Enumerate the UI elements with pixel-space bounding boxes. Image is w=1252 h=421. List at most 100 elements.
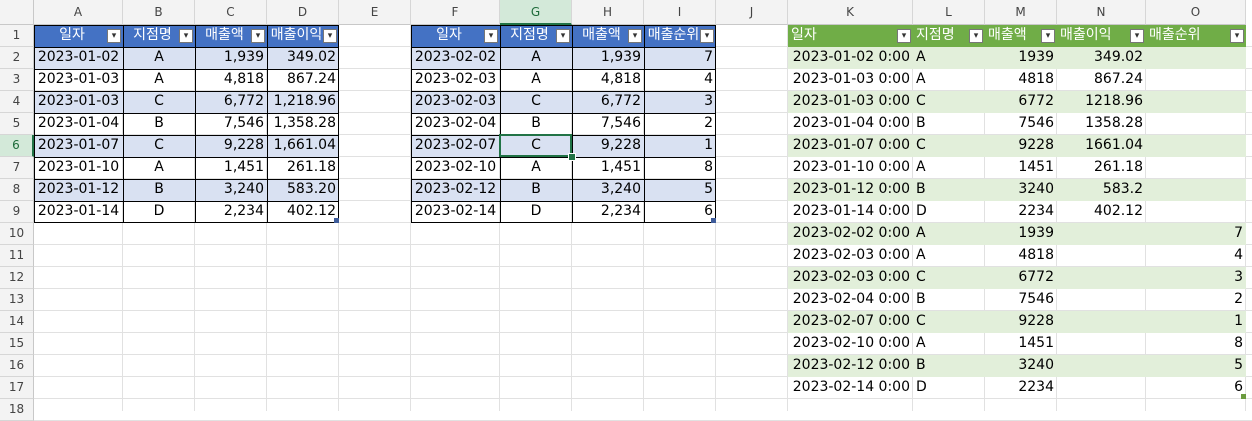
table2-cell[interactable]: A [500, 69, 572, 91]
table3-cell[interactable] [1146, 69, 1246, 91]
table3-header-1[interactable]: 일자 [788, 25, 913, 47]
row-header-7[interactable]: 7 [0, 157, 34, 179]
table3-cell[interactable]: B [913, 179, 985, 201]
table3-cell[interactable]: 2023-01-12 0:00 [788, 179, 913, 201]
table3-cell[interactable]: 9228 [985, 311, 1057, 333]
table3-cell[interactable]: 2023-02-03 0:00 [788, 245, 913, 267]
select-all-corner[interactable] [0, 0, 34, 25]
table3-cell[interactable] [1146, 91, 1246, 113]
table2-cell[interactable]: 1,939 [572, 47, 644, 69]
table1-cell[interactable]: C [123, 91, 195, 113]
table3-cell[interactable]: 6772 [985, 91, 1057, 113]
filter-dropdown-icon[interactable]: ▾ [556, 29, 570, 43]
table2-cell[interactable]: 1,451 [572, 157, 644, 179]
row-header-4[interactable]: 4 [0, 91, 34, 113]
table3-cell[interactable]: 1358.28 [1057, 113, 1146, 135]
table3-cell[interactable]: 3240 [985, 179, 1057, 201]
filter-dropdown-icon[interactable]: ▾ [1230, 29, 1244, 43]
table1-cell[interactable]: 2023-01-03 [34, 69, 123, 91]
table2-cell[interactable]: 1 [644, 135, 716, 157]
table3-cell[interactable]: A [913, 245, 985, 267]
table3-cell[interactable] [1057, 245, 1146, 267]
row-header-6[interactable]: 6 [0, 135, 34, 157]
table3-cell[interactable]: 5 [1146, 355, 1246, 377]
table3-cell[interactable]: 9228 [985, 135, 1057, 157]
table2-cell[interactable]: 7 [644, 47, 716, 69]
table1-cell[interactable]: B [123, 113, 195, 135]
table3-cell[interactable]: A [913, 47, 985, 69]
table-resize-handle[interactable] [1241, 394, 1246, 399]
table2-cell[interactable]: 8 [644, 157, 716, 179]
row-header-10[interactable]: 10 [0, 223, 34, 245]
table3-cell[interactable]: A [913, 333, 985, 355]
table3-cell[interactable]: 2023-02-12 0:00 [788, 355, 913, 377]
row-header-16[interactable]: 16 [0, 355, 34, 377]
table-resize-handle[interactable] [334, 218, 339, 223]
table3-cell[interactable]: 2023-01-02 0:00 [788, 47, 913, 69]
table3-cell[interactable] [1057, 223, 1146, 245]
table3-cell[interactable]: B [913, 113, 985, 135]
table3-cell[interactable] [1146, 179, 1246, 201]
table3-cell[interactable]: B [913, 355, 985, 377]
table2-cell[interactable]: 3 [644, 91, 716, 113]
table3-cell[interactable]: B [913, 289, 985, 311]
table1-cell[interactable]: C [123, 135, 195, 157]
table3-cell[interactable]: 2023-01-14 0:00 [788, 201, 913, 223]
table2-cell[interactable]: 2023-02-07 [411, 135, 500, 157]
table3-cell[interactable]: 6772 [985, 267, 1057, 289]
table3-cell[interactable]: 349.02 [1057, 47, 1146, 69]
table1-cell[interactable]: B [123, 179, 195, 201]
table2-cell[interactable]: 2 [644, 113, 716, 135]
table1-cell[interactable]: 2023-01-07 [34, 135, 123, 157]
row-header-13[interactable]: 13 [0, 289, 34, 311]
table3-cell[interactable]: 7546 [985, 113, 1057, 135]
table3-cell[interactable]: 2023-02-02 0:00 [788, 223, 913, 245]
row-header-5[interactable]: 5 [0, 113, 34, 135]
column-header-h[interactable]: H [572, 0, 644, 25]
filter-dropdown-icon[interactable]: ▾ [969, 29, 983, 43]
table3-cell[interactable]: 7 [1146, 223, 1246, 245]
table2-cell[interactable]: 3,240 [572, 179, 644, 201]
table1-cell[interactable]: 349.02 [267, 47, 339, 69]
table3-cell[interactable] [1057, 377, 1146, 399]
table1-cell[interactable]: 1,661.04 [267, 135, 339, 157]
table1-cell[interactable]: 2023-01-04 [34, 113, 123, 135]
table3-cell[interactable] [1146, 113, 1246, 135]
table3-cell[interactable]: 583.2 [1057, 179, 1146, 201]
column-header-d[interactable]: D [267, 0, 339, 25]
filter-dropdown-icon[interactable]: ▾ [897, 29, 911, 43]
table3-cell[interactable] [1057, 333, 1146, 355]
table1-cell[interactable]: A [123, 157, 195, 179]
table3-cell[interactable]: 2023-02-03 0:00 [788, 267, 913, 289]
table2-cell[interactable]: 6,772 [572, 91, 644, 113]
table3-cell[interactable]: 2234 [985, 377, 1057, 399]
filter-dropdown-icon[interactable]: ▾ [1130, 29, 1144, 43]
table3-cell[interactable]: 1939 [985, 47, 1057, 69]
table1-cell[interactable]: 1,451 [195, 157, 267, 179]
table3-cell[interactable]: 2234 [985, 201, 1057, 223]
column-header-a[interactable]: A [34, 0, 123, 25]
table3-cell[interactable]: 2023-01-04 0:00 [788, 113, 913, 135]
table3-cell[interactable]: 4 [1146, 245, 1246, 267]
table3-cell[interactable]: D [913, 201, 985, 223]
fill-handle[interactable] [568, 153, 576, 161]
table3-cell[interactable]: C [913, 91, 985, 113]
row-header-15[interactable]: 15 [0, 333, 34, 355]
table3-cell[interactable]: 2023-01-03 0:00 [788, 91, 913, 113]
table2-cell[interactable]: 2023-02-12 [411, 179, 500, 201]
column-header-i[interactable]: I [644, 0, 716, 25]
table1-cell[interactable]: 9,228 [195, 135, 267, 157]
filter-dropdown-icon[interactable]: ▾ [107, 29, 121, 43]
column-header-b[interactable]: B [123, 0, 195, 25]
table3-cell[interactable]: 2023-01-03 0:00 [788, 69, 913, 91]
row-header-11[interactable]: 11 [0, 245, 34, 267]
column-header-k[interactable]: K [788, 0, 913, 25]
table1-cell[interactable]: 1,358.28 [267, 113, 339, 135]
table1-cell[interactable]: 402.12 [267, 201, 339, 223]
table2-cell[interactable]: 5 [644, 179, 716, 201]
table2-cell[interactable]: B [500, 179, 572, 201]
row-header-17[interactable]: 17 [0, 377, 34, 399]
table3-cell[interactable]: 1451 [985, 157, 1057, 179]
table1-cell[interactable]: 4,818 [195, 69, 267, 91]
table3-cell[interactable]: 3240 [985, 355, 1057, 377]
